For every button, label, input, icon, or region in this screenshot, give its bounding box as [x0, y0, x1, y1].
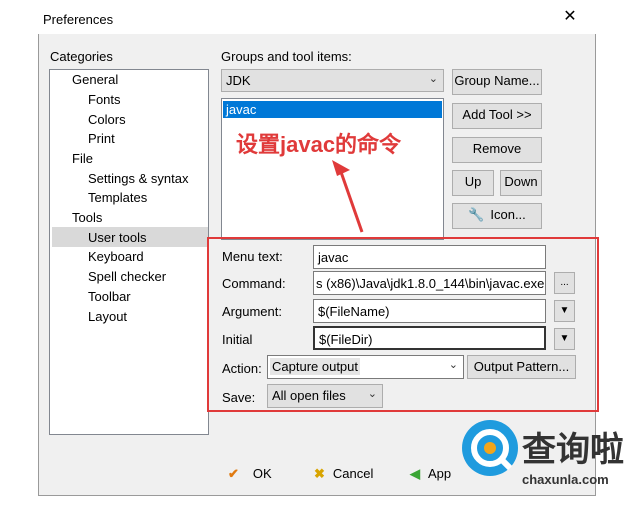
up-button[interactable]: Up	[452, 170, 494, 196]
save-label: Save:	[222, 390, 256, 405]
initial-dropdown-icon[interactable]: ▼	[554, 328, 575, 350]
cancel-button[interactable]: ✖ Cancel	[314, 466, 373, 482]
command-value: s (x86)\Java\jdk1.8.0_144\bin\javac.exe	[316, 276, 545, 291]
remove-button-label: Remove	[472, 141, 522, 156]
cross-icon: ✖	[314, 466, 325, 481]
check-icon: ✔	[228, 466, 239, 481]
argument-label: Argument:	[222, 304, 282, 319]
command-label: Command:	[222, 276, 286, 291]
add-tool-button[interactable]: Add Tool >>	[452, 103, 542, 129]
output-pattern-button[interactable]: Output Pattern...	[467, 355, 576, 379]
command-field[interactable]: s (x86)\Java\jdk1.8.0_144\bin\javac.exe	[313, 271, 546, 295]
menu-text-value: javac	[318, 250, 349, 265]
cancel-button-label: Cancel	[332, 466, 374, 481]
argument-field[interactable]: $(FileName)	[313, 299, 546, 323]
icon-button-label: Icon...	[490, 207, 526, 222]
initial-field[interactable]: $(FileDir)	[313, 326, 546, 350]
save-select-value: All open files	[272, 388, 346, 403]
down-button[interactable]: Down	[500, 170, 542, 196]
wrench-icon: 🔧	[468, 207, 485, 222]
group-name-button[interactable]: Group Name...	[452, 69, 542, 95]
save-select[interactable]: All open files ⌄	[267, 384, 383, 408]
remove-button[interactable]: Remove	[452, 137, 542, 163]
initial-value: $(FileDir)	[319, 332, 373, 347]
watermark-name: 查询啦	[522, 431, 624, 469]
argument-value: $(FileName)	[318, 304, 390, 319]
watermark-logo-icon	[462, 420, 518, 476]
action-label: Action:	[222, 361, 262, 376]
action-select-value: Capture output	[270, 358, 361, 375]
up-button-label: Up	[464, 174, 482, 189]
menu-text-field[interactable]: javac	[313, 245, 546, 269]
browse-button[interactable]: ...	[554, 272, 575, 294]
group-name-button-label: Group Name...	[454, 73, 540, 88]
icon-button[interactable]: 🔧 Icon...	[452, 203, 542, 229]
chevron-down-icon: ⌄	[367, 388, 377, 400]
apply-button-label: App	[428, 466, 452, 481]
down-button-label: Down	[504, 174, 538, 189]
initial-label: Initial	[222, 332, 253, 347]
ok-button-label: OK	[252, 466, 272, 481]
action-select[interactable]: Capture output ⌄	[267, 355, 464, 379]
add-tool-button-label: Add Tool >>	[462, 107, 532, 122]
ok-button[interactable]: ✔ OK	[228, 466, 272, 482]
output-pattern-button-label: Output Pattern...	[473, 359, 570, 374]
argument-dropdown-icon[interactable]: ▼	[554, 300, 575, 322]
menu-text-label: Menu text:	[222, 249, 283, 264]
watermark-url: chaxunla.com	[522, 472, 609, 487]
chevron-down-icon: ⌄	[448, 359, 458, 371]
arrow-left-icon: ◀	[410, 466, 420, 481]
apply-button[interactable]: ◀ App	[410, 466, 451, 482]
